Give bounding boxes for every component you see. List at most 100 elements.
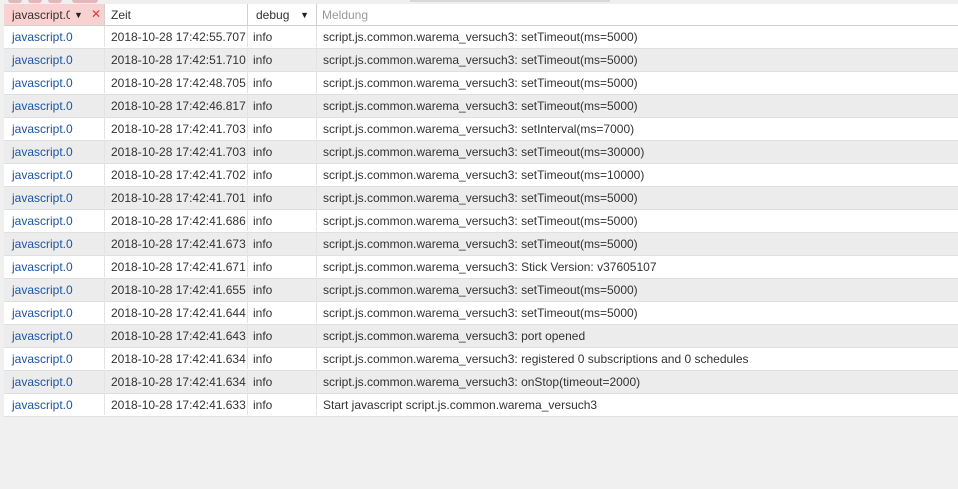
log-level-cell: info [248, 348, 317, 369]
log-source-cell: javascript.0 [4, 302, 105, 323]
log-row: javascript.0 2018-10-28 17:42:41.634 info s… [4, 348, 958, 371]
log-table: javascript.0 ▼ ✕ Zeit debug ▼ Meldung ja… [4, 4, 958, 417]
log-message-cell: script.js.common.warema_versuch3: setTim… [323, 144, 645, 159]
log-source-cell: javascript.0 [4, 233, 105, 254]
log-level-cell: info [248, 118, 317, 139]
log-level-cell: info [248, 26, 317, 47]
toolbar-button-edge[interactable] [48, 0, 62, 3]
source-filter-value: javascript.0 [12, 7, 70, 22]
log-row: javascript.0 2018-10-28 17:42:41.643 info s… [4, 325, 958, 348]
log-row: javascript.0 2018-10-28 17:42:51.710 info s… [4, 49, 958, 72]
log-message-cell: script.js.common.warema_versuch3: setTim… [323, 305, 638, 320]
log-message-cell: script.js.common.warema_versuch3: setTim… [323, 213, 638, 228]
log-row: javascript.0 2018-10-28 17:42:41.634 info s… [4, 371, 958, 394]
log-message-cell: script.js.common.warema_versuch3: onStop… [323, 374, 641, 389]
source-filter-select[interactable]: javascript.0 ▼ ✕ [4, 4, 105, 25]
log-time-cell: 2018-10-28 17:42:55.707 [105, 26, 248, 47]
log-level-cell: info [248, 95, 317, 116]
log-time-cell: 2018-10-28 17:42:41.701 [105, 187, 248, 208]
log-row: javascript.0 2018-10-28 17:42:41.701 info s… [4, 187, 958, 210]
log-time-cell: 2018-10-28 17:42:41.655 [105, 279, 248, 300]
log-time-cell: 2018-10-28 17:42:41.702 [105, 164, 248, 185]
log-time-cell: 2018-10-28 17:42:41.703 [105, 141, 248, 162]
toolbar-scrollbar-edge [410, 0, 610, 2]
log-time-cell: 2018-10-28 17:42:41.643 [105, 325, 248, 346]
log-source-cell: javascript.0 [4, 141, 105, 162]
log-source-cell: javascript.0 [4, 26, 105, 47]
log-source-cell: javascript.0 [4, 256, 105, 277]
log-row: javascript.0 2018-10-28 17:42:41.686 info s… [4, 210, 958, 233]
log-time-cell: 2018-10-28 17:42:48.705 [105, 72, 248, 93]
dropdown-arrow-icon[interactable]: ▼ [74, 10, 83, 20]
log-message-cell: script.js.common.warema_versuch3: setInt… [323, 121, 635, 136]
log-message-cell: script.js.common.warema_versuch3: setTim… [323, 236, 638, 251]
log-level-cell: info [248, 72, 317, 93]
log-message-cell: script.js.common.warema_versuch3: regist… [323, 351, 749, 366]
log-row: javascript.0 2018-10-28 17:42:41.644 info s… [4, 302, 958, 325]
log-level-cell: info [248, 394, 317, 415]
toolbar-button-edge[interactable] [72, 0, 98, 3]
log-row: javascript.0 2018-10-28 17:42:41.633 info S… [4, 394, 958, 417]
log-level-cell: info [248, 371, 317, 392]
log-level-cell: info [248, 302, 317, 323]
log-row: javascript.0 2018-10-28 17:42:55.707 info s… [4, 26, 958, 49]
log-level-cell: info [248, 49, 317, 70]
log-message-cell: script.js.common.warema_versuch3: setTim… [323, 75, 638, 90]
log-level-cell: info [248, 187, 317, 208]
log-source-cell: javascript.0 [4, 394, 105, 415]
level-filter-value: debug [256, 7, 290, 22]
toolbar-button-edge[interactable] [28, 0, 42, 3]
time-column-header: Zeit [105, 4, 248, 25]
log-source-cell: javascript.0 [4, 49, 105, 70]
message-filter-input[interactable]: Meldung [317, 4, 958, 25]
log-level-cell: info [248, 164, 317, 185]
message-filter-placeholder: Meldung [322, 7, 369, 22]
log-level-cell: info [248, 325, 317, 346]
log-time-cell: 2018-10-28 17:42:41.634 [105, 348, 248, 369]
log-message-cell: script.js.common.warema_versuch3: setTim… [323, 52, 638, 67]
log-rows: javascript.0 2018-10-28 17:42:55.707 info s… [4, 26, 958, 417]
toolbar-button-edge[interactable] [8, 0, 22, 3]
log-source-cell: javascript.0 [4, 118, 105, 139]
log-level-cell: info [248, 141, 317, 162]
log-source-cell: javascript.0 [4, 95, 105, 116]
log-source-cell: javascript.0 [4, 325, 105, 346]
log-source-cell: javascript.0 [4, 72, 105, 93]
log-time-cell: 2018-10-28 17:42:41.634 [105, 371, 248, 392]
log-row: javascript.0 2018-10-28 17:42:41.673 info s… [4, 233, 958, 256]
log-message-cell: script.js.common.warema_versuch3: setTim… [323, 190, 638, 205]
level-filter-select[interactable]: debug ▼ [248, 4, 317, 25]
log-level-cell: info [248, 279, 317, 300]
log-source-cell: javascript.0 [4, 210, 105, 231]
log-time-cell: 2018-10-28 17:42:46.817 [105, 95, 248, 116]
log-message-cell: script.js.common.warema_versuch3: setTim… [323, 29, 638, 44]
log-time-cell: 2018-10-28 17:42:41.644 [105, 302, 248, 323]
log-source-cell: javascript.0 [4, 187, 105, 208]
log-row: javascript.0 2018-10-28 17:42:46.817 info s… [4, 95, 958, 118]
log-source-cell: javascript.0 [4, 279, 105, 300]
log-message-cell: script.js.common.warema_versuch3: setTim… [323, 98, 638, 113]
log-row: javascript.0 2018-10-28 17:42:48.705 info s… [4, 72, 958, 95]
filter-header-row: javascript.0 ▼ ✕ Zeit debug ▼ Meldung [4, 4, 958, 26]
log-message-cell: script.js.common.warema_versuch3: Stick … [323, 259, 657, 274]
log-time-cell: 2018-10-28 17:42:41.673 [105, 233, 248, 254]
log-time-cell: 2018-10-28 17:42:41.671 [105, 256, 248, 277]
log-source-cell: javascript.0 [4, 164, 105, 185]
log-row: javascript.0 2018-10-28 17:42:41.655 info s… [4, 279, 958, 302]
clear-filter-icon[interactable]: ✕ [91, 7, 101, 21]
log-level-cell: info [248, 210, 317, 231]
log-time-cell: 2018-10-28 17:42:41.633 [105, 394, 248, 415]
log-time-cell: 2018-10-28 17:42:41.703 [105, 118, 248, 139]
log-time-cell: 2018-10-28 17:42:41.686 [105, 210, 248, 231]
log-source-cell: javascript.0 [4, 371, 105, 392]
dropdown-arrow-icon[interactable]: ▼ [300, 10, 309, 20]
log-source-cell: javascript.0 [4, 348, 105, 369]
log-message-cell: script.js.common.warema_versuch3: setTim… [323, 167, 645, 182]
log-time-cell: 2018-10-28 17:42:51.710 [105, 49, 248, 70]
time-header-label: Zeit [111, 7, 132, 22]
log-row: javascript.0 2018-10-28 17:42:41.703 info s… [4, 141, 958, 164]
log-message-cell: script.js.common.warema_versuch3: port o… [323, 328, 586, 343]
log-row: javascript.0 2018-10-28 17:42:41.702 info s… [4, 164, 958, 187]
log-message-cell: Start javascript script.js.common.warema… [323, 397, 598, 412]
log-level-cell: info [248, 233, 317, 254]
